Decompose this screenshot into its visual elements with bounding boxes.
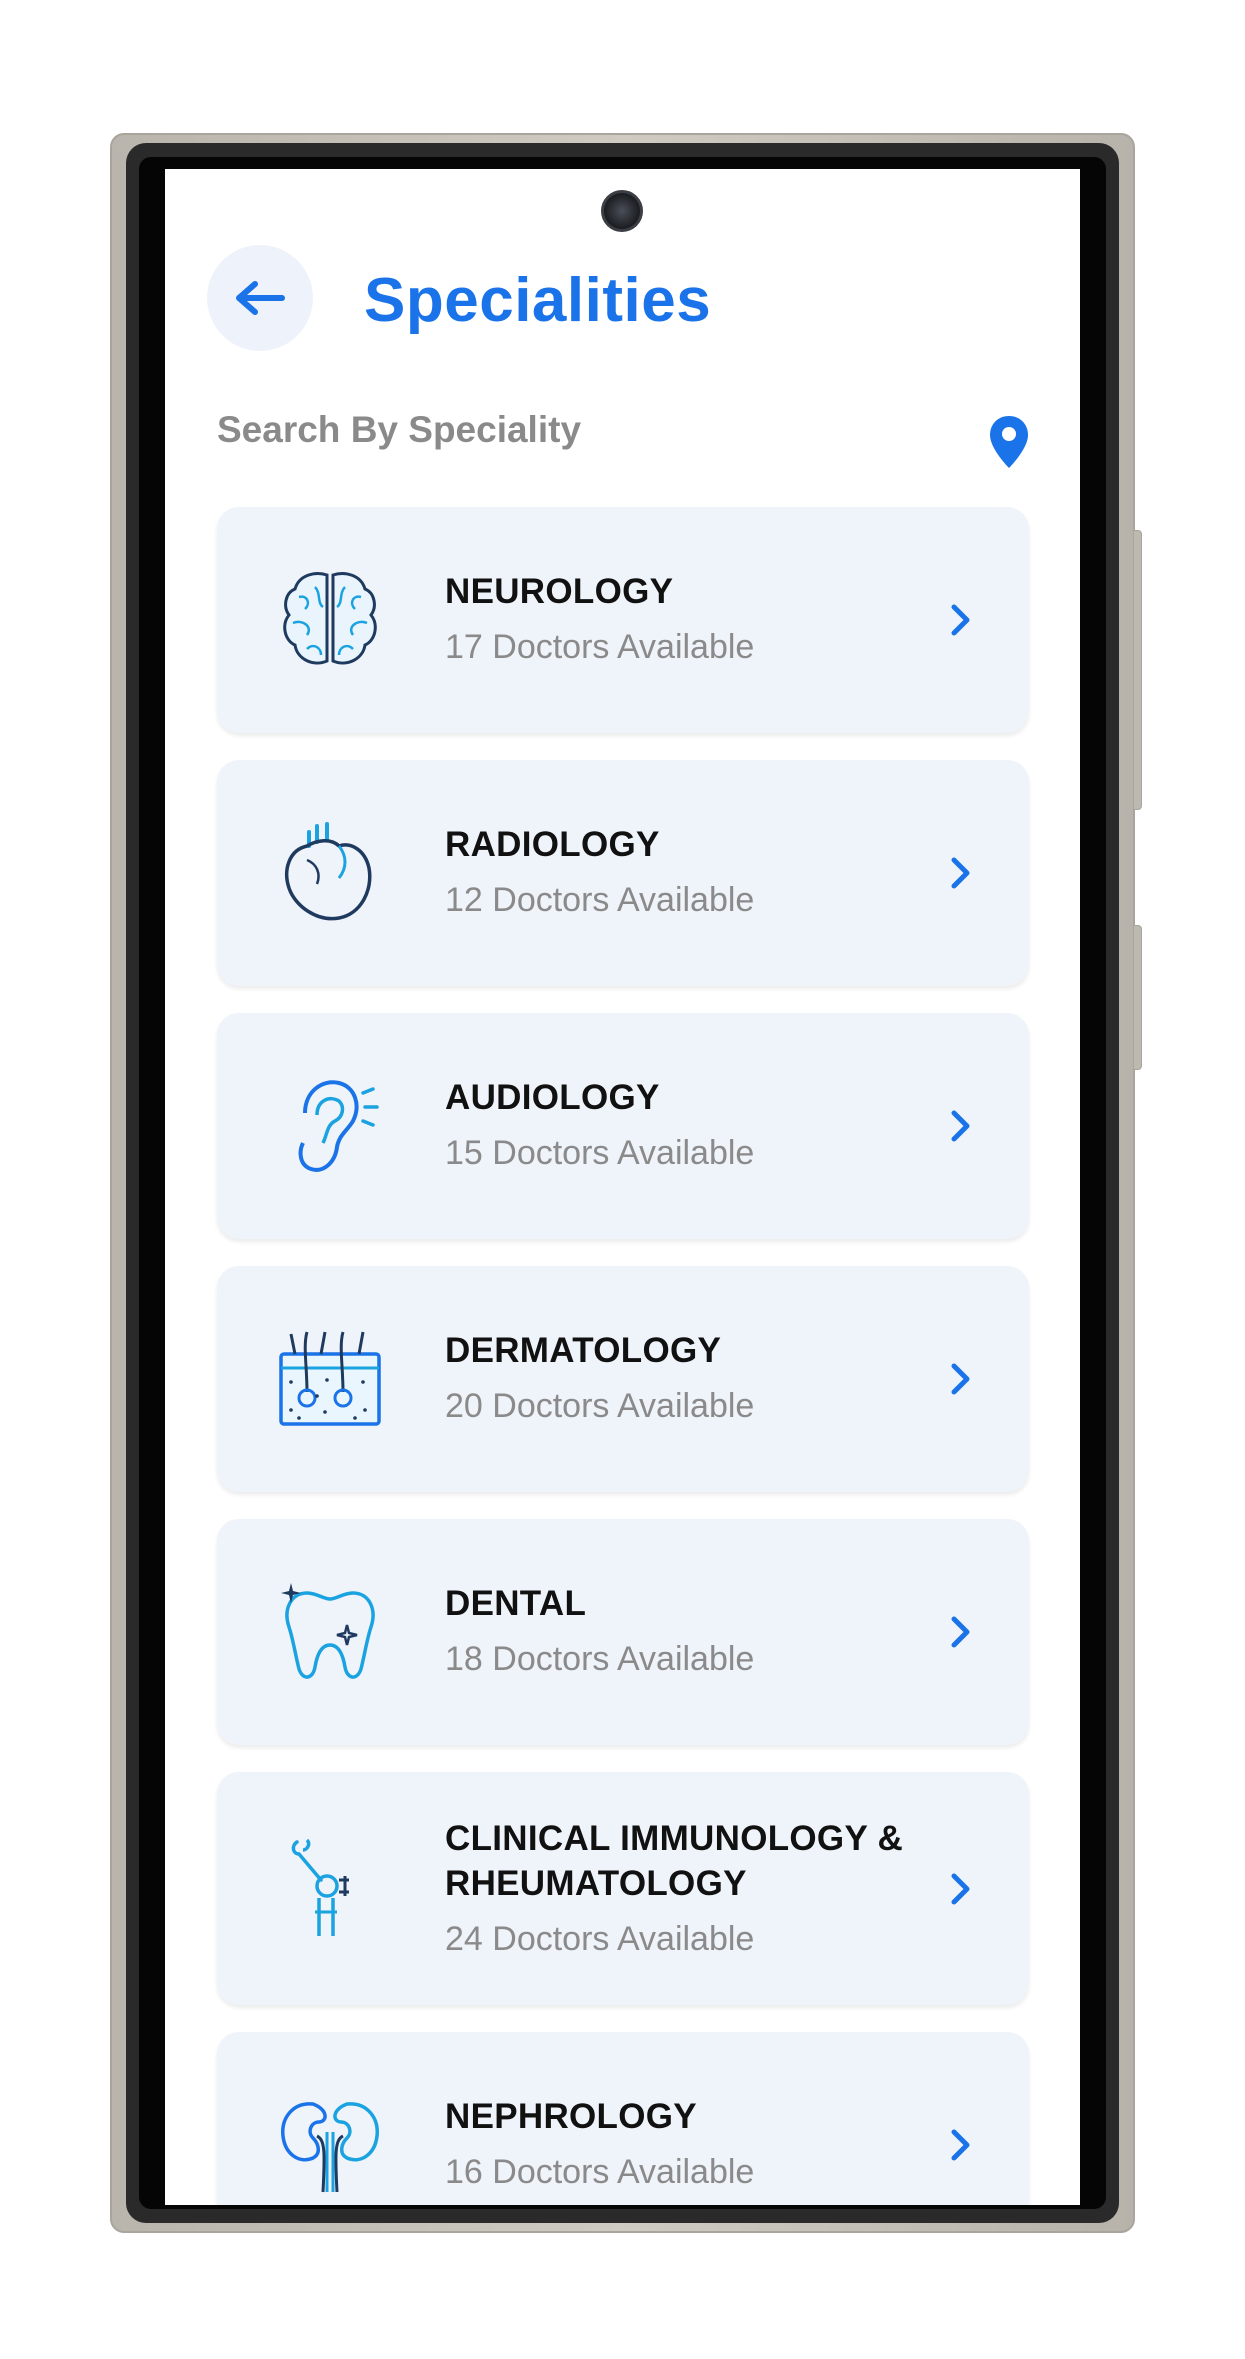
speciality-card-dental[interactable]: DENTAL 18 Doctors Available xyxy=(217,1519,1029,1745)
page-title: Specialities xyxy=(364,266,712,335)
skin-icon xyxy=(279,1331,381,1426)
heart-icon xyxy=(285,822,372,921)
doctors-available: 24 Doctors Available xyxy=(445,1920,755,1958)
brain-icon xyxy=(283,572,377,665)
kidney-icon xyxy=(281,2102,379,2193)
speciality-name: AUDIOLOGY xyxy=(445,1078,660,1117)
chevron-right-icon xyxy=(951,1616,970,1648)
arrow-left-icon xyxy=(236,281,285,315)
speciality-name: NEPHROLOGY xyxy=(445,2097,697,2136)
location-pin-icon[interactable] xyxy=(987,414,1031,470)
doctors-available: 12 Doctors Available xyxy=(445,881,755,919)
volume-button xyxy=(1133,530,1142,810)
ear-icon xyxy=(298,1080,379,1172)
doctors-available: 17 Doctors Available xyxy=(445,628,755,666)
doctors-available: 15 Doctors Available xyxy=(445,1134,755,1172)
search-by-speciality-label: Search By Speciality xyxy=(217,409,582,450)
speciality-name: NEUROLOGY xyxy=(445,572,674,611)
speciality-card-neurology[interactable]: NEUROLOGY 17 Doctors Available xyxy=(217,507,1029,733)
chevron-right-icon xyxy=(951,1363,970,1395)
chevron-right-icon xyxy=(951,604,970,636)
back-button[interactable] xyxy=(207,245,313,351)
chevron-right-icon xyxy=(951,857,970,889)
power-button xyxy=(1133,925,1142,1070)
chevron-right-icon xyxy=(951,1873,970,1905)
speciality-name: RADIOLOGY xyxy=(445,825,660,864)
joint-icon xyxy=(291,1838,349,1936)
speciality-card-nephrology[interactable]: NEPHROLOGY 16 Doctors Available xyxy=(217,2032,1029,2205)
speciality-name: DERMATOLOGY xyxy=(445,1331,722,1370)
doctors-available: 16 Doctors Available xyxy=(445,2153,755,2191)
speciality-card-clinical-immunology-rheumatology[interactable]: CLINICAL IMMUNOLOGY & RHEUMATOLOGY 24 Do… xyxy=(217,1772,1029,2005)
speciality-card-radiology[interactable]: RADIOLOGY 12 Doctors Available xyxy=(217,760,1029,986)
speciality-name: CLINICAL IMMUNOLOGY & RHEUMATOLOGY xyxy=(445,1819,904,1903)
speciality-card-dermatology[interactable]: DERMATOLOGY 20 Doctors Available xyxy=(217,1266,1029,1492)
chevron-right-icon xyxy=(951,1110,970,1142)
chevron-right-icon xyxy=(951,2129,970,2161)
front-camera xyxy=(601,190,643,232)
speciality-card-audiology[interactable]: AUDIOLOGY 15 Doctors Available xyxy=(217,1013,1029,1239)
app-screen: Specialities Search By Speciality NEUROL… xyxy=(165,169,1080,2205)
tooth-icon xyxy=(281,1583,375,1679)
speciality-name: DENTAL xyxy=(445,1584,587,1623)
doctors-available: 20 Doctors Available xyxy=(445,1387,755,1425)
doctors-available: 18 Doctors Available xyxy=(445,1640,755,1678)
